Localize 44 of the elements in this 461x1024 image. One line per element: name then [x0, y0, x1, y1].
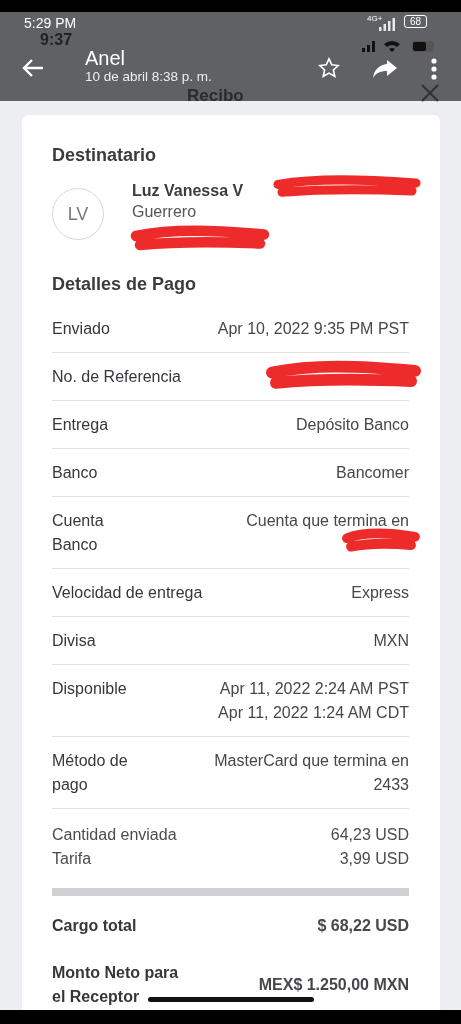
- sender-name: Anel: [85, 47, 126, 70]
- total-value: $ 68,22 USD: [317, 916, 409, 936]
- detail-label: Enviado: [52, 319, 110, 339]
- wifi-icon: [384, 39, 400, 52]
- detail-value: MasterCard que termina en 2433: [214, 751, 409, 795]
- detail-label: Entrega: [52, 415, 109, 435]
- share-icon[interactable]: [372, 59, 398, 79]
- receipt-status-time: 9:37: [40, 31, 73, 49]
- detail-value: MXN: [373, 631, 409, 651]
- total-label: Cargo total: [52, 916, 137, 936]
- detail-value: Apr 11, 2022 2:24 AM PST Apr 11, 2022 1:24 AM CDT: [218, 679, 409, 723]
- charge-value: 3,99 USD: [339, 849, 409, 869]
- detail-value: Depósito Banco: [296, 415, 409, 435]
- detail-label: Velocidad de entrega: [52, 583, 203, 603]
- signal-icon: [362, 41, 375, 52]
- status-time: 5:29 PM: [24, 15, 77, 31]
- battery-icon: [412, 41, 434, 52]
- battery-indicator: 68: [404, 15, 428, 28]
- recipient-name: Luz Vanessa V: [132, 182, 244, 200]
- detail-label: Disponible: [52, 679, 127, 699]
- detail-label: Divisa: [52, 631, 96, 651]
- detail-label: Banco: [52, 463, 98, 483]
- detail-label: Cuenta Banco: [52, 511, 104, 555]
- charge-label: Cantidad enviada: [52, 825, 177, 845]
- detail-value: Bancomer: [336, 463, 409, 483]
- total-value: MEX$ 1.250,00 MXN: [258, 975, 409, 995]
- section-heading: Destinatario: [52, 145, 158, 166]
- back-arrow-icon[interactable]: [22, 58, 44, 78]
- detail-value: Cuenta que termina en: [246, 511, 409, 531]
- network-label: 4G+: [367, 14, 383, 23]
- detail-label: Método de pago: [52, 751, 128, 795]
- receipt-title: Recibo: [187, 86, 244, 106]
- total-label: Monto Neto para el Receptor: [52, 963, 179, 1007]
- detail-label: No. de Referencia: [52, 367, 181, 387]
- charge-value: 64,23 USD: [330, 825, 409, 845]
- detail-value: Apr 10, 2022 9:35 PM PST: [217, 319, 409, 339]
- close-icon[interactable]: [421, 84, 439, 102]
- recipient-region: Guerrero: [132, 203, 198, 221]
- star-icon[interactable]: [318, 57, 340, 79]
- charge-label: Tarifa: [52, 849, 92, 869]
- section-heading: Detalles de Pago: [52, 274, 198, 295]
- message-timestamp: 10 de abril 8:38 p. m.: [85, 69, 212, 84]
- detail-value: Express: [351, 583, 409, 603]
- more-icon[interactable]: [431, 58, 437, 80]
